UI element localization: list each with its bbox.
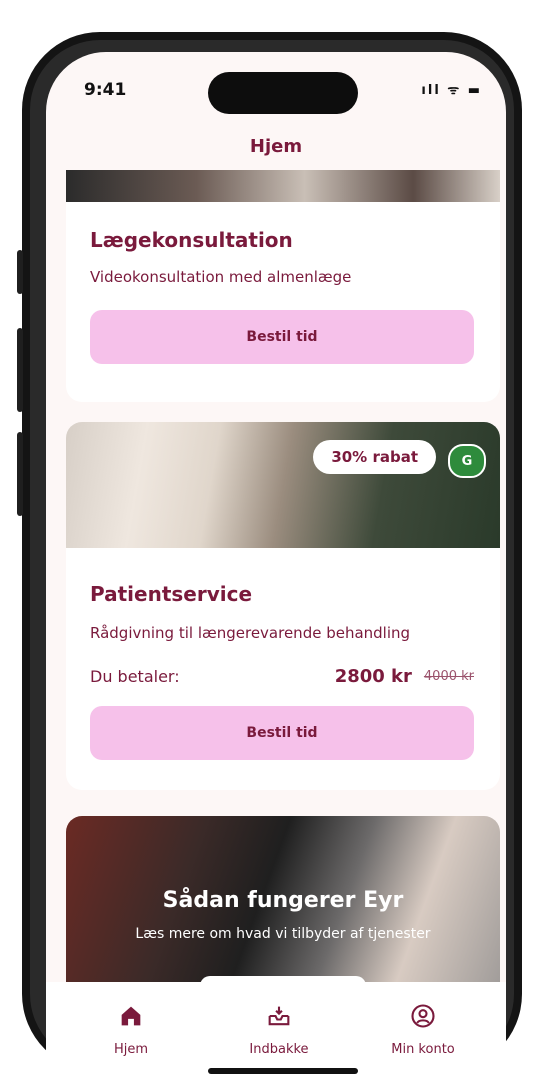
tab-label: Hjem	[113, 1042, 149, 1057]
volume-down-button	[17, 432, 23, 516]
promo-subtitle: Læs mere om hvad vi tilbyder af tjeneste…	[135, 926, 431, 942]
partner-badge: G	[448, 444, 486, 478]
book-appointment-button[interactable]: Bestil tid	[90, 310, 474, 364]
promo-title: Sådan fungerer Eyr	[162, 888, 404, 913]
price-label: Du betaler:	[90, 667, 180, 686]
tab-label: Indbakke	[249, 1042, 309, 1057]
price-values: 2800 kr 4000 kr	[335, 666, 474, 687]
home-icon	[121, 1006, 141, 1026]
home-indicator	[208, 1068, 358, 1074]
card-subtitle: Rådgivning til længerevarende behandling	[90, 624, 411, 642]
dynamic-island	[208, 72, 358, 114]
card-title: Lægekonsultation	[90, 228, 293, 252]
card-photo: 30% rabat G	[66, 422, 500, 548]
card-subtitle: Videokonsultation med almenlæge	[90, 268, 352, 286]
inbox-icon	[268, 1006, 290, 1026]
status-icons: ıll ᯤ ▬	[421, 83, 482, 98]
tab-label: Min konto	[391, 1042, 455, 1057]
status-time: 9:41	[84, 80, 127, 100]
card-title: Patientservice	[90, 582, 253, 606]
volume-up-button	[17, 328, 23, 412]
tab-inbox[interactable]: Indbakke	[224, 1002, 334, 1057]
service-card-patientservice: 30% rabat G Patientservice Rådgivning ti…	[66, 422, 500, 790]
card-photo	[66, 170, 500, 202]
silent-switch	[17, 250, 23, 294]
page-title: Hjem	[249, 136, 303, 157]
promo-banner[interactable]: Sådan fungerer Eyr Læs mere om hvad vi t…	[66, 816, 500, 1000]
price-row: Du betaler: 2800 kr 4000 kr	[90, 666, 474, 687]
price-old: 4000 kr	[423, 669, 474, 684]
price-now: 2800 kr	[334, 666, 412, 687]
account-icon	[411, 1004, 435, 1028]
book-appointment-button[interactable]: Bestil tid	[90, 706, 474, 760]
service-card-consultation: Lægekonsultation Videokonsultation med a…	[66, 170, 500, 402]
app-screen: 9:41 ıll ᯤ ▬ Hjem Lægekonsultation Video…	[46, 52, 506, 1084]
tab-home[interactable]: Hjem	[76, 1002, 186, 1057]
discount-badge: 30% rabat	[313, 440, 436, 474]
tab-account[interactable]: Min konto	[368, 1002, 478, 1057]
